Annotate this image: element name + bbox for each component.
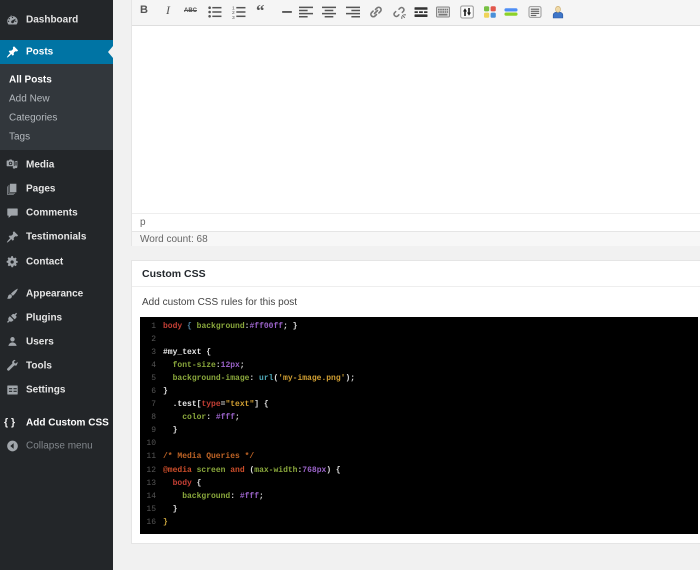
svg-text:3: 3 [232,15,235,19]
